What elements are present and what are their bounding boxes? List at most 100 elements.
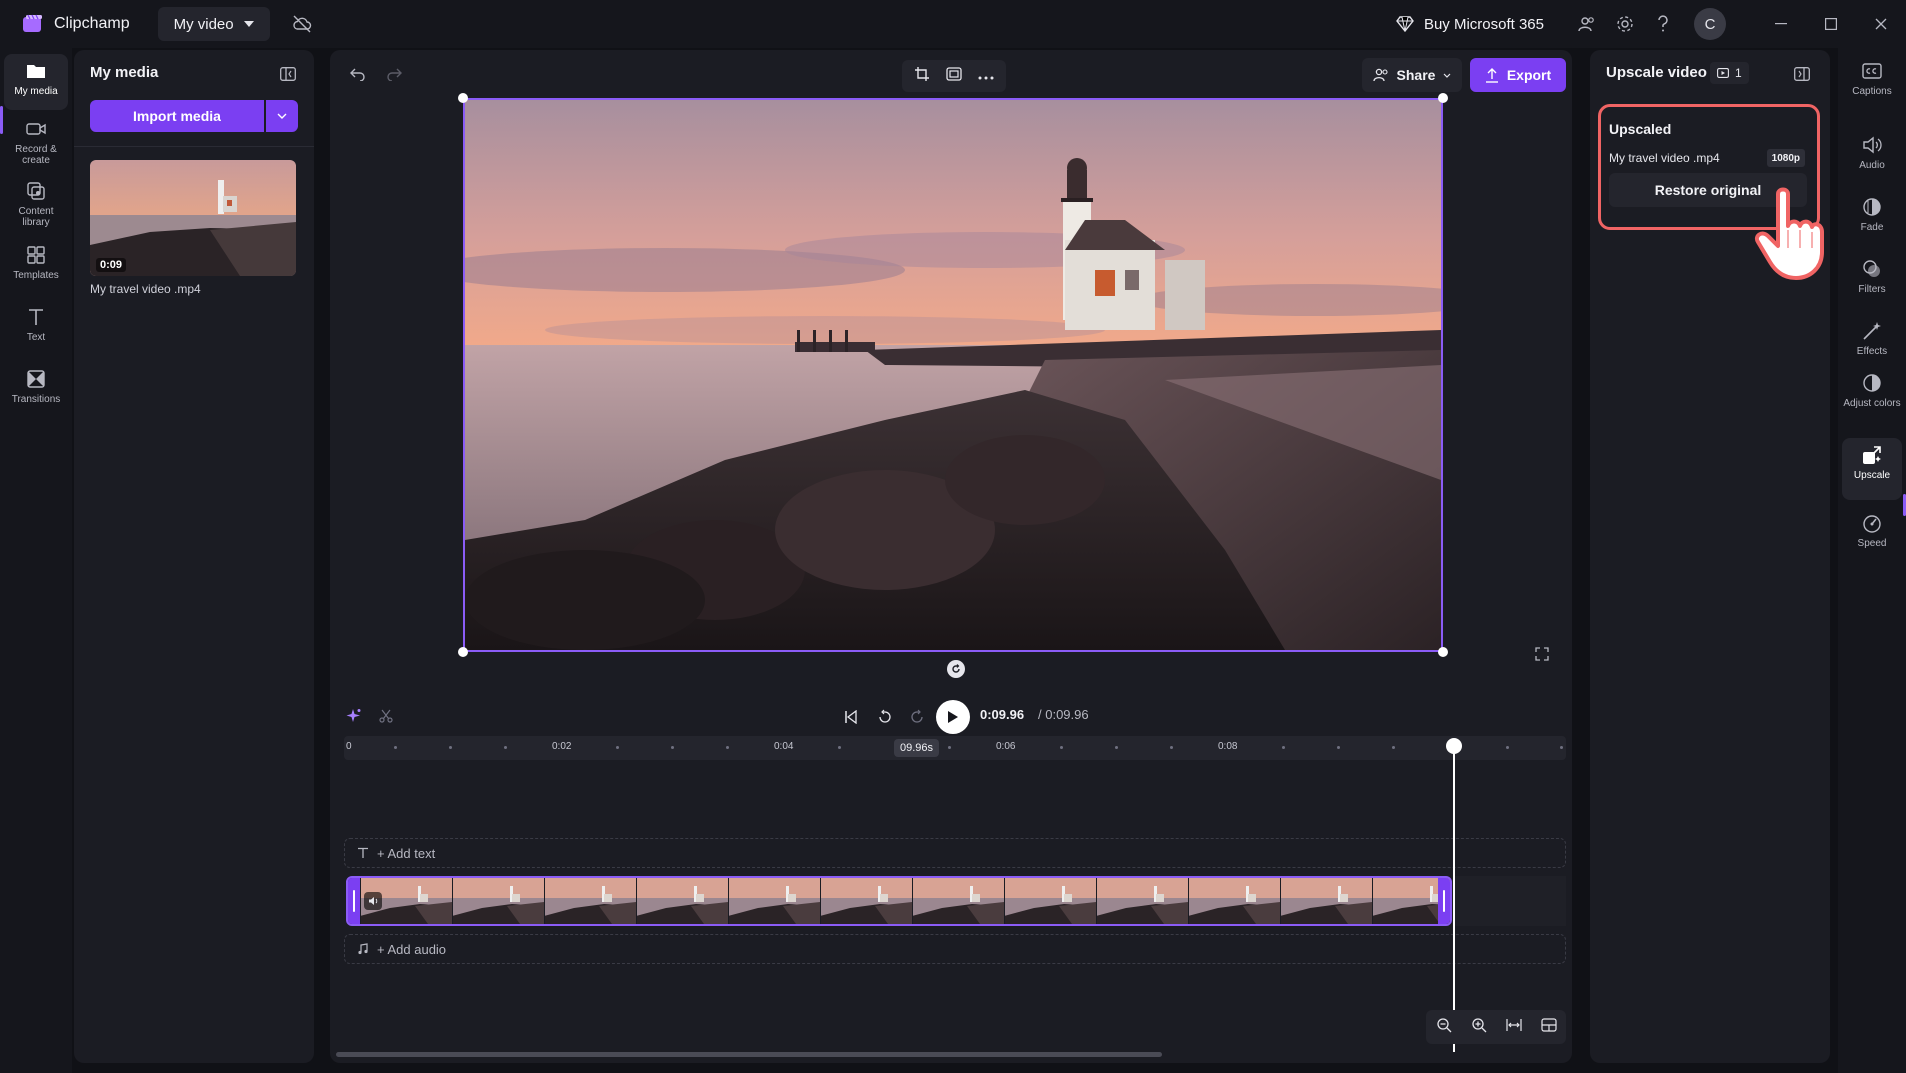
right-tool-rail: Captions Audio Fade Filters Effects Adju… — [1838, 48, 1906, 1073]
caret-down-icon — [243, 21, 254, 27]
upscale-icon — [1863, 446, 1881, 464]
tool-adjust-colors[interactable]: Adjust colors — [1842, 366, 1902, 432]
resize-handle-bottom-right[interactable] — [1438, 647, 1448, 657]
chevron-down-icon — [277, 113, 287, 119]
project-title-button[interactable]: My video — [157, 7, 270, 41]
timeline-layout-button[interactable] — [1540, 1017, 1557, 1037]
clip-trim-handle-left[interactable] — [348, 878, 360, 924]
redo-button[interactable] — [380, 60, 408, 88]
resize-handle-top-left[interactable] — [458, 93, 468, 103]
crop-button[interactable] — [914, 66, 930, 87]
ai-tools-button[interactable] — [342, 704, 366, 728]
tool-filters[interactable]: Filters — [1842, 252, 1902, 308]
rail-label: Text — [26, 332, 46, 343]
panel-collapse-icon — [1794, 67, 1810, 81]
import-media-button[interactable]: Import media — [90, 100, 264, 132]
media-divider — [74, 146, 314, 147]
folder-icon — [27, 65, 45, 78]
timeline-horizontal-scrollbar[interactable] — [336, 1052, 1162, 1057]
ruler-tick — [1060, 746, 1063, 749]
maximize-button[interactable] — [1806, 0, 1856, 48]
resize-handle-bottom-left[interactable] — [458, 647, 468, 657]
clip-audio-toggle[interactable] — [364, 892, 382, 910]
clip-frame-thumbnail — [820, 878, 912, 924]
add-text-track[interactable]: + Add text — [344, 838, 1566, 868]
export-button[interactable]: Export — [1470, 58, 1566, 92]
timeline-ruler[interactable]: 0 0:02 0:04 09.96s 0:06 0:08 — [344, 736, 1566, 760]
play-button[interactable] — [936, 700, 970, 734]
tool-upscale[interactable]: Upscale — [1842, 438, 1902, 500]
more-options-button[interactable] — [978, 67, 994, 85]
clip-trim-handle-right[interactable] — [1438, 878, 1450, 924]
rotate-button[interactable] — [947, 660, 965, 678]
tool-effects[interactable]: Effects — [1842, 314, 1902, 370]
help-button[interactable] — [1644, 5, 1682, 43]
user-avatar[interactable]: C — [1694, 8, 1726, 40]
sparkle-icon — [346, 709, 361, 722]
video-preview[interactable] — [463, 98, 1443, 652]
zoom-in-button[interactable] — [1471, 1017, 1487, 1038]
clip-frames — [360, 878, 1450, 924]
ruler-tick-label: 0:06 — [996, 741, 1016, 752]
magic-wand-icon — [1863, 322, 1881, 340]
timeline-zoom-toolbar — [1426, 1010, 1566, 1044]
collapse-media-panel-button[interactable] — [274, 60, 302, 88]
rail-item-transitions[interactable]: Transitions — [4, 362, 68, 418]
rail-label: Content library — [18, 206, 54, 228]
collapse-properties-button[interactable] — [1788, 60, 1816, 88]
more-horizontal-icon — [978, 76, 994, 80]
rail-item-my-media[interactable]: My media — [4, 54, 68, 110]
settings-button[interactable] — [1606, 5, 1644, 43]
fade-icon — [1863, 198, 1881, 216]
buy-microsoft-365-button[interactable]: Buy Microsoft 365 — [1396, 16, 1544, 33]
skip-to-start-button[interactable] — [838, 704, 864, 730]
chevron-down-icon — [1444, 73, 1451, 78]
forward-5s-button[interactable] — [904, 704, 930, 730]
skip-back-icon — [845, 710, 857, 724]
video-clip[interactable] — [346, 876, 1452, 926]
ruler-tick — [1282, 746, 1285, 749]
minimize-button[interactable] — [1756, 0, 1806, 48]
clip-frame-thumbnail — [544, 878, 636, 924]
resize-handle-top-right[interactable] — [1438, 93, 1448, 103]
selected-clip-badge: 1 — [1710, 62, 1749, 84]
tool-speed[interactable]: Speed — [1842, 506, 1902, 562]
close-icon — [1875, 18, 1887, 30]
split-button[interactable] — [374, 704, 398, 728]
clip-frame-thumbnail — [636, 878, 728, 924]
rail-item-content-library[interactable]: Content library — [4, 174, 68, 230]
properties-title: Upscale video — [1606, 64, 1707, 81]
share-people-button[interactable] — [1568, 5, 1606, 43]
import-options-dropdown[interactable] — [266, 100, 298, 132]
rail-item-text[interactable]: Text — [4, 300, 68, 356]
add-audio-track[interactable]: + Add audio — [344, 934, 1566, 964]
total-time: / 0:09.96 — [1038, 707, 1089, 722]
fit-timeline-button[interactable] — [1505, 1018, 1522, 1037]
share-label: Share — [1396, 67, 1436, 83]
rewind-5-icon — [879, 709, 891, 723]
media-thumbnail[interactable]: 0:09 — [90, 160, 296, 276]
ruler-tick — [504, 746, 507, 749]
fullscreen-button[interactable] — [1530, 642, 1554, 666]
fit-button[interactable] — [946, 66, 962, 86]
rail-item-record-create[interactable]: Record & create — [4, 112, 68, 168]
tool-captions[interactable]: Captions — [1842, 54, 1902, 110]
captions-icon — [1862, 63, 1882, 79]
undo-button[interactable] — [344, 60, 372, 88]
avatar-initial: C — [1704, 15, 1716, 33]
rewind-5s-button[interactable] — [872, 704, 898, 730]
share-button[interactable]: Share — [1362, 58, 1462, 92]
close-button[interactable] — [1856, 0, 1906, 48]
tool-audio[interactable]: Audio — [1842, 128, 1902, 184]
add-audio-label: + Add audio — [377, 941, 447, 957]
hover-time-tooltip: 09.96s — [894, 739, 940, 757]
ruler-tick — [671, 746, 674, 749]
zoom-out-button[interactable] — [1436, 1017, 1452, 1038]
tool-fade[interactable]: Fade — [1842, 190, 1902, 246]
rail-label: Templates — [13, 270, 59, 281]
zoom-in-icon — [1471, 1017, 1486, 1032]
title-bar-right: Buy Microsoft 365 C — [1396, 0, 1906, 48]
crop-icon — [915, 66, 929, 81]
cloud-sync-button[interactable] — [284, 7, 320, 41]
rail-item-templates[interactable]: Templates — [4, 238, 68, 294]
